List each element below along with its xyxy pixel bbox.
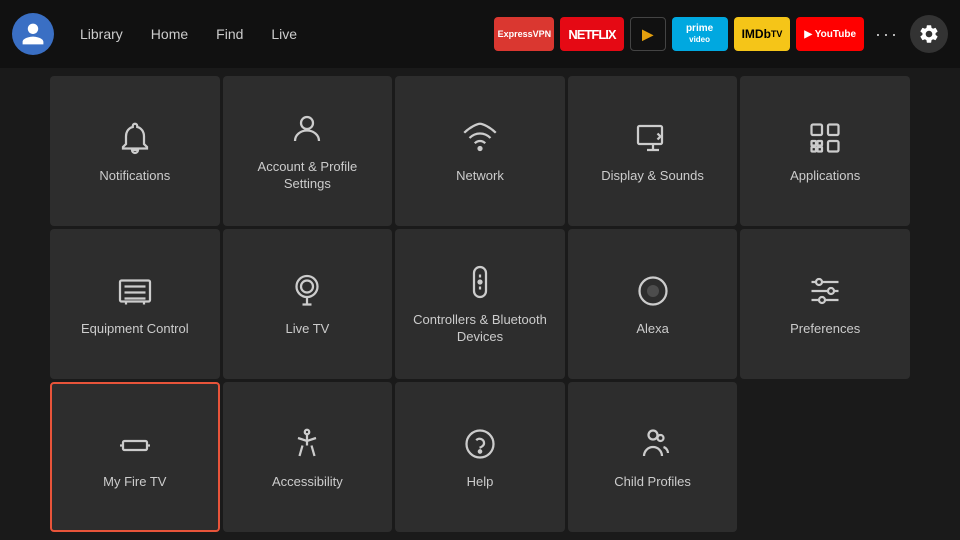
grid-cell-alexa[interactable]: Alexa	[568, 229, 738, 379]
grid-cell-live-tv[interactable]: Live TV	[223, 229, 393, 379]
app-prime[interactable]: primevideo	[672, 17, 728, 51]
account-profile-label: Account & Profile Settings	[233, 159, 383, 193]
user-avatar[interactable]	[12, 13, 54, 55]
child-icon	[633, 424, 673, 464]
preferences-label: Preferences	[790, 321, 860, 338]
firetv-icon	[115, 424, 155, 464]
apps-icon	[805, 118, 845, 158]
accessibility-label: Accessibility	[272, 474, 343, 491]
alexa-label: Alexa	[636, 321, 669, 338]
help-icon	[460, 424, 500, 464]
nav-find[interactable]: Find	[204, 20, 255, 48]
grid-cell-controllers-bluetooth[interactable]: Controllers & Bluetooth Devices	[395, 229, 565, 379]
app-plex[interactable]: ▶	[630, 17, 666, 51]
settings-button[interactable]	[910, 15, 948, 53]
applications-label: Applications	[790, 168, 860, 185]
grid-cell-child-profiles[interactable]: Child Profiles	[568, 382, 738, 532]
my-fire-tv-label: My Fire TV	[103, 474, 166, 491]
grid-cell-preferences[interactable]: Preferences	[740, 229, 910, 379]
bell-icon	[115, 118, 155, 158]
notifications-label: Notifications	[99, 168, 170, 185]
person-icon	[287, 109, 327, 149]
settings-grid: Notifications Account & Profile Settings…	[0, 68, 960, 540]
antenna-icon	[287, 271, 327, 311]
grid-cell-help[interactable]: Help	[395, 382, 565, 532]
wifi-icon	[460, 118, 500, 158]
display-sounds-label: Display & Sounds	[601, 168, 704, 185]
grid-cell-my-fire-tv[interactable]: My Fire TV	[50, 382, 220, 532]
grid-cell-accessibility[interactable]: Accessibility	[223, 382, 393, 532]
grid-cell-notifications[interactable]: Notifications	[50, 76, 220, 226]
alexa-icon	[633, 271, 673, 311]
app-netflix[interactable]: NETFLIX	[560, 17, 623, 51]
equipment-control-label: Equipment Control	[81, 321, 189, 338]
app-expressvpn[interactable]: ExpressVPN	[494, 17, 554, 51]
tv-icon	[115, 271, 155, 311]
live-tv-label: Live TV	[285, 321, 329, 338]
nav-home[interactable]: Home	[139, 20, 200, 48]
nav-links: Library Home Find Live	[68, 20, 309, 48]
top-nav: Library Home Find Live ExpressVPN NETFLI…	[0, 0, 960, 68]
grid-cell-applications[interactable]: Applications	[740, 76, 910, 226]
grid-cell-display-sounds[interactable]: Display & Sounds	[568, 76, 738, 226]
nav-live[interactable]: Live	[259, 20, 309, 48]
grid-cell-network[interactable]: Network	[395, 76, 565, 226]
child-profiles-label: Child Profiles	[614, 474, 691, 491]
sliders-icon	[805, 271, 845, 311]
grid-cell-account-profile[interactable]: Account & Profile Settings	[223, 76, 393, 226]
app-icons: ExpressVPN NETFLIX ▶ primevideo IMDbTV ▶…	[494, 15, 948, 53]
nav-library[interactable]: Library	[68, 20, 135, 48]
display-sound-icon	[633, 118, 673, 158]
grid-cell-equipment-control[interactable]: Equipment Control	[50, 229, 220, 379]
app-youtube[interactable]: ▶ YouTube	[796, 17, 864, 51]
help-label: Help	[467, 474, 494, 491]
more-button[interactable]: ···	[870, 17, 904, 51]
remote-icon	[460, 262, 500, 302]
network-label: Network	[456, 168, 504, 185]
accessibility-icon	[287, 424, 327, 464]
controllers-bluetooth-label: Controllers & Bluetooth Devices	[405, 312, 555, 346]
app-imdb[interactable]: IMDbTV	[734, 17, 791, 51]
